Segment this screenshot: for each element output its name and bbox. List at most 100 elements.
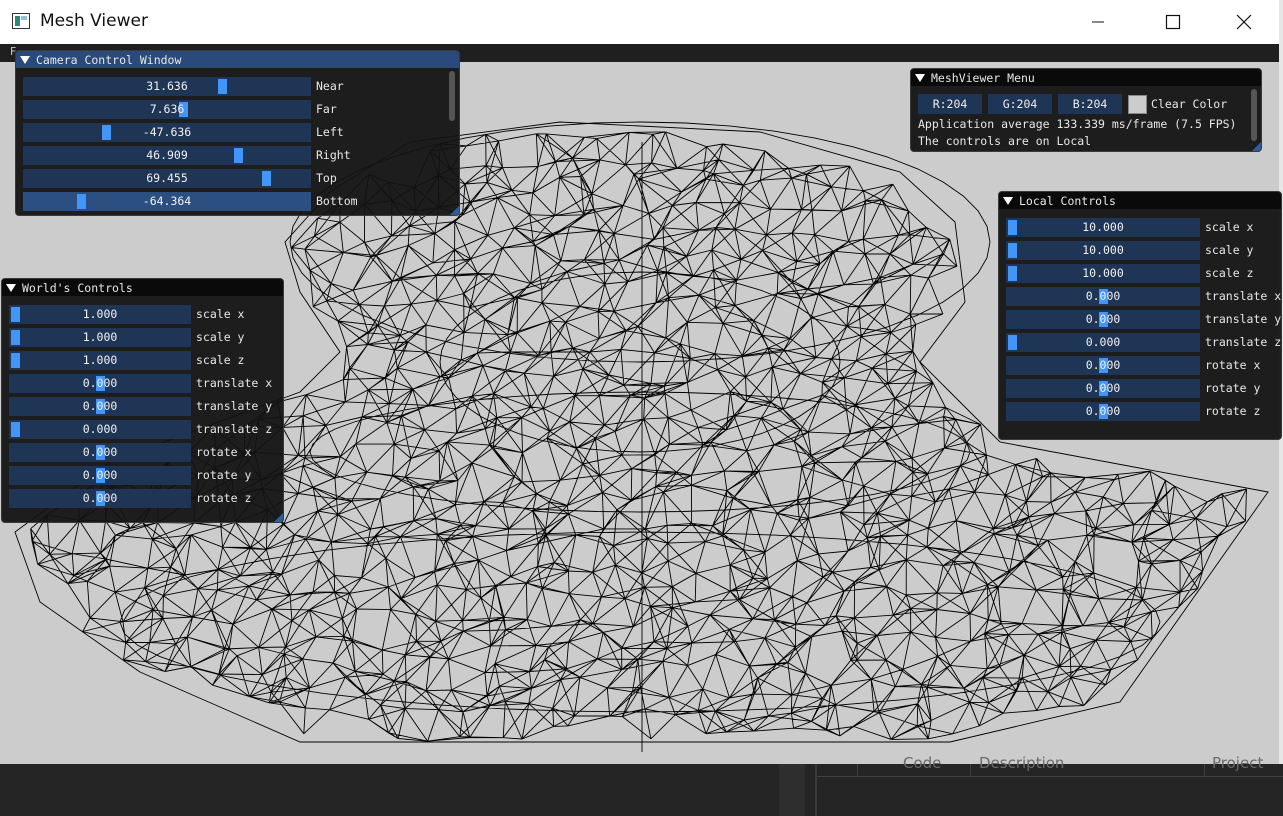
maximize-icon	[1165, 14, 1181, 30]
slider-value: 0.000	[82, 445, 118, 459]
slider-value: 0.000	[82, 399, 118, 413]
controls-mode-text: The controls are on Local	[918, 134, 1092, 148]
slider-label: rotate y	[1205, 381, 1261, 395]
slider-value: 0.000	[82, 491, 118, 505]
menu-window-titlebar[interactable]: MeshViewer Menu	[911, 69, 1261, 86]
slider-row: 0.000 translate x	[999, 287, 1281, 306]
slider-rotate-y[interactable]: 0.000	[1006, 379, 1200, 398]
slider-label: scale x	[196, 307, 245, 321]
slider-label: Far	[316, 102, 337, 116]
slider-label: scale y	[1205, 243, 1254, 257]
slider-scale-x[interactable]: 1.000	[9, 305, 191, 324]
slider-near[interactable]: 31.636	[23, 77, 311, 96]
slider-rotate-z[interactable]: 0.000	[1006, 402, 1200, 421]
slider-scale-x[interactable]: 10.000	[1006, 218, 1200, 237]
slider-label: translate y	[196, 399, 273, 413]
slider-translate-y[interactable]: 0.000	[1006, 310, 1200, 329]
collapse-icon[interactable]	[20, 55, 30, 64]
maximize-button[interactable]	[1138, 0, 1208, 44]
slider-label: translate y	[1205, 312, 1282, 326]
slider-bottom[interactable]: -64.364	[23, 192, 311, 211]
slider-rotate-z[interactable]: 0.000	[9, 489, 191, 508]
slider-row: -47.636 Left	[16, 123, 459, 142]
slider-translate-x[interactable]: 0.000	[9, 374, 191, 393]
slider-value: 0.000	[1085, 381, 1121, 395]
slider-value: 7.636	[149, 102, 185, 116]
slider-value: -47.636	[142, 125, 192, 139]
slider-scale-y[interactable]: 1.000	[9, 328, 191, 347]
slider-value: -64.364	[142, 194, 192, 208]
slider-row: 1.000 scale x	[2, 305, 283, 324]
resize-grip[interactable]	[274, 513, 283, 522]
slider-right[interactable]: 46.909	[23, 146, 311, 165]
slider-value: 1.000	[82, 353, 118, 367]
slider-row: 10.000 scale y	[999, 241, 1281, 260]
collapse-icon[interactable]	[6, 283, 16, 292]
camera-window-title: Camera Control Window	[36, 52, 182, 67]
slider-scale-z[interactable]: 10.000	[1006, 264, 1200, 283]
column-project: Project	[1212, 754, 1264, 772]
slider-value: 0.000	[82, 468, 118, 482]
slider-row: 31.636 Near	[16, 77, 459, 96]
green-channel-input[interactable]: G:204	[988, 94, 1052, 114]
slider-row: 0.000 rotate y	[999, 379, 1281, 398]
slider-label: rotate x	[1205, 358, 1261, 372]
local-window-titlebar[interactable]: Local Controls	[999, 192, 1281, 209]
blue-channel-input[interactable]: B:204	[1058, 94, 1122, 114]
camera-window-titlebar[interactable]: Camera Control Window	[16, 51, 459, 68]
local-controls-window[interactable]: Local Controls 10.000 scale x 10.000 scale …	[998, 191, 1282, 440]
slider-translate-x[interactable]: 0.000	[1006, 287, 1200, 306]
slider-top[interactable]: 69.455	[23, 169, 311, 188]
slider-rotate-y[interactable]: 0.000	[9, 466, 191, 485]
slider-row: 0.000 rotate x	[999, 356, 1281, 375]
slider-label: scale z	[1205, 266, 1254, 280]
slider-scale-y[interactable]: 10.000	[1006, 241, 1200, 260]
slider-scale-z[interactable]: 1.000	[9, 351, 191, 370]
slider-row: 0.000 translate z	[999, 333, 1281, 352]
slider-label: rotate z	[196, 491, 252, 505]
slider-value: 69.455	[146, 171, 188, 185]
menu-window-scrollbar[interactable]	[1251, 89, 1257, 141]
slider-row: 0.000 translate z	[2, 420, 283, 439]
camera-control-window[interactable]: Camera Control Window 31.636 Near 7.636 Far…	[15, 50, 460, 216]
slider-value: 1.000	[82, 330, 118, 344]
clear-color-swatch[interactable]	[1128, 95, 1147, 114]
column-description: Description	[979, 754, 1065, 772]
local-window-title: Local Controls	[1019, 193, 1116, 208]
slider-translate-z[interactable]: 0.000	[1006, 333, 1200, 352]
close-button[interactable]	[1209, 0, 1279, 44]
slider-rotate-x[interactable]: 0.000	[1006, 356, 1200, 375]
slider-label: scale x	[1205, 220, 1254, 234]
resize-grip[interactable]	[1252, 142, 1261, 151]
slider-value: 10.000	[1082, 266, 1124, 280]
slider-value: 31.636	[146, 79, 188, 93]
column-code: Code	[903, 754, 942, 772]
slider-far[interactable]: 7.636	[23, 100, 311, 119]
slider-row: 0.000 translate y	[999, 310, 1281, 329]
collapse-icon[interactable]	[1003, 196, 1013, 205]
slider-value: 1.000	[82, 307, 118, 321]
slider-value: 0.000	[82, 376, 118, 390]
collapse-icon[interactable]	[915, 73, 925, 82]
slider-label: rotate x	[196, 445, 252, 459]
slider-value: 0.000	[1085, 335, 1121, 349]
world-window-titlebar[interactable]: World's Controls	[2, 279, 283, 296]
slider-label: Right	[316, 148, 351, 162]
slider-value: 10.000	[1082, 243, 1124, 257]
slider-translate-y[interactable]: 0.000	[9, 397, 191, 416]
minimize-button[interactable]	[1063, 0, 1133, 44]
red-channel-input[interactable]: R:204	[918, 94, 982, 114]
background-ide: Code Description Project	[0, 754, 1283, 816]
slider-left[interactable]: -47.636	[23, 123, 311, 142]
window-title: Mesh Viewer	[40, 11, 148, 31]
slider-row: 0.000 rotate z	[999, 402, 1281, 421]
worlds-controls-window[interactable]: World's Controls 1.000 scale x 1.000 scale …	[1, 278, 284, 523]
slider-rotate-x[interactable]: 0.000	[9, 443, 191, 462]
slider-value: 0.000	[1085, 358, 1121, 372]
slider-row: 0.000 rotate z	[2, 489, 283, 508]
window-titlebar[interactable]: Mesh Viewer	[0, 0, 1283, 44]
slider-label: translate x	[1205, 289, 1282, 303]
slider-translate-z[interactable]: 0.000	[9, 420, 191, 439]
slider-row: 0.000 translate x	[2, 374, 283, 393]
meshviewer-menu-window[interactable]: MeshViewer Menu R:204 G:204 B:204 Clear …	[910, 68, 1262, 152]
